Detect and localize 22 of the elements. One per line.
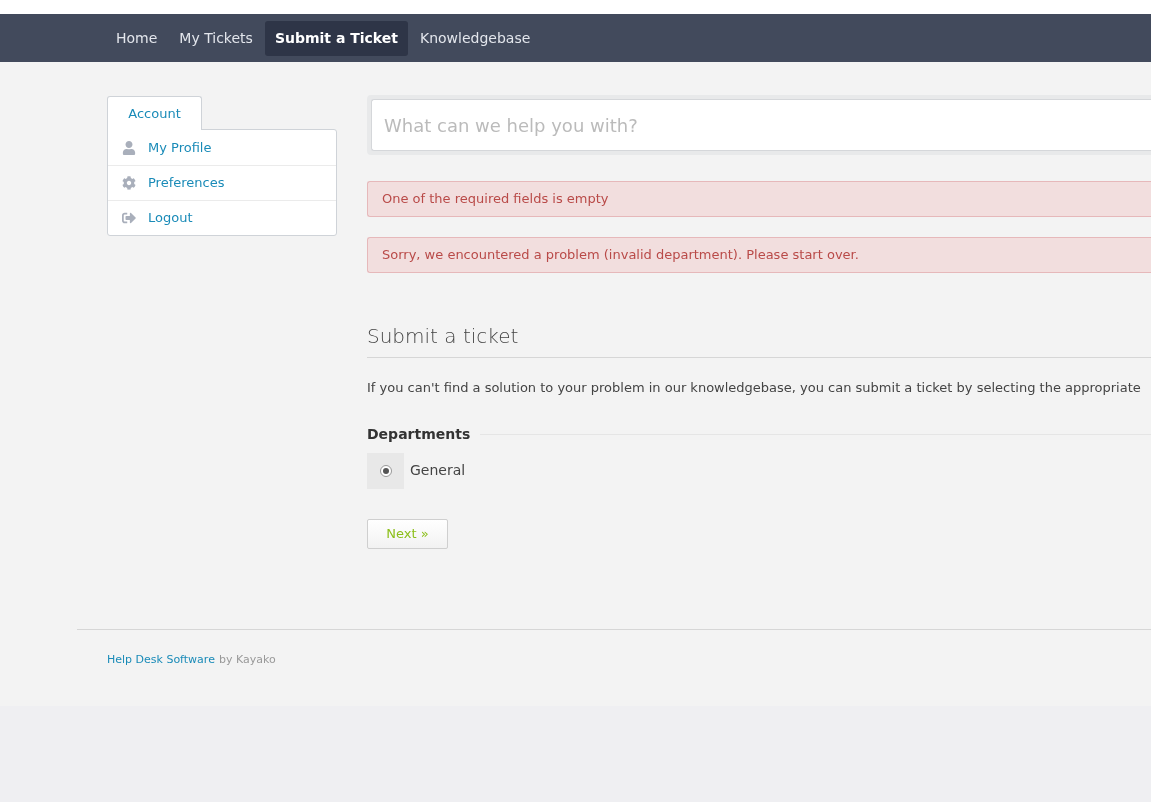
settings-icon bbox=[122, 176, 136, 190]
logout-icon bbox=[122, 211, 136, 225]
nav-tab[interactable]: Home bbox=[106, 20, 168, 56]
nav-tab[interactable]: My Tickets bbox=[169, 20, 263, 56]
footer-credit: by Kayako bbox=[218, 651, 276, 668]
nav-tab[interactable]: Submit a Ticket bbox=[264, 20, 408, 56]
error-alert: One of the required fields is empty bbox=[367, 181, 1151, 217]
sidebar-link[interactable]: Logout bbox=[148, 208, 193, 228]
radio-button[interactable] bbox=[367, 452, 404, 489]
sidebar-link[interactable]: Preferences bbox=[148, 173, 225, 193]
sidebar-link[interactable]: My Profile bbox=[148, 137, 212, 158]
search-field[interactable]: What can we help you with? bbox=[371, 99, 1151, 151]
next-button[interactable]: Next » bbox=[367, 518, 448, 549]
user-icon bbox=[122, 140, 136, 155]
radio-label: General bbox=[410, 461, 466, 480]
error-alert: Sorry, we encountered a problem (invalid department). Please start over. bbox=[367, 237, 1151, 273]
section-title: Submit a ticket bbox=[367, 321, 1151, 358]
intro-text: If you can't find a solution to your problem in our knowledgebase, you can submit a ticket by selecting the appropriate bbox=[367, 379, 1142, 397]
sidebar-tab[interactable]: Account bbox=[107, 96, 202, 130]
departments-label: Departments bbox=[367, 424, 471, 444]
nav-tab[interactable]: Knowledgebase bbox=[410, 20, 541, 56]
footer-link[interactable]: Help Desk Software bbox=[107, 651, 215, 668]
